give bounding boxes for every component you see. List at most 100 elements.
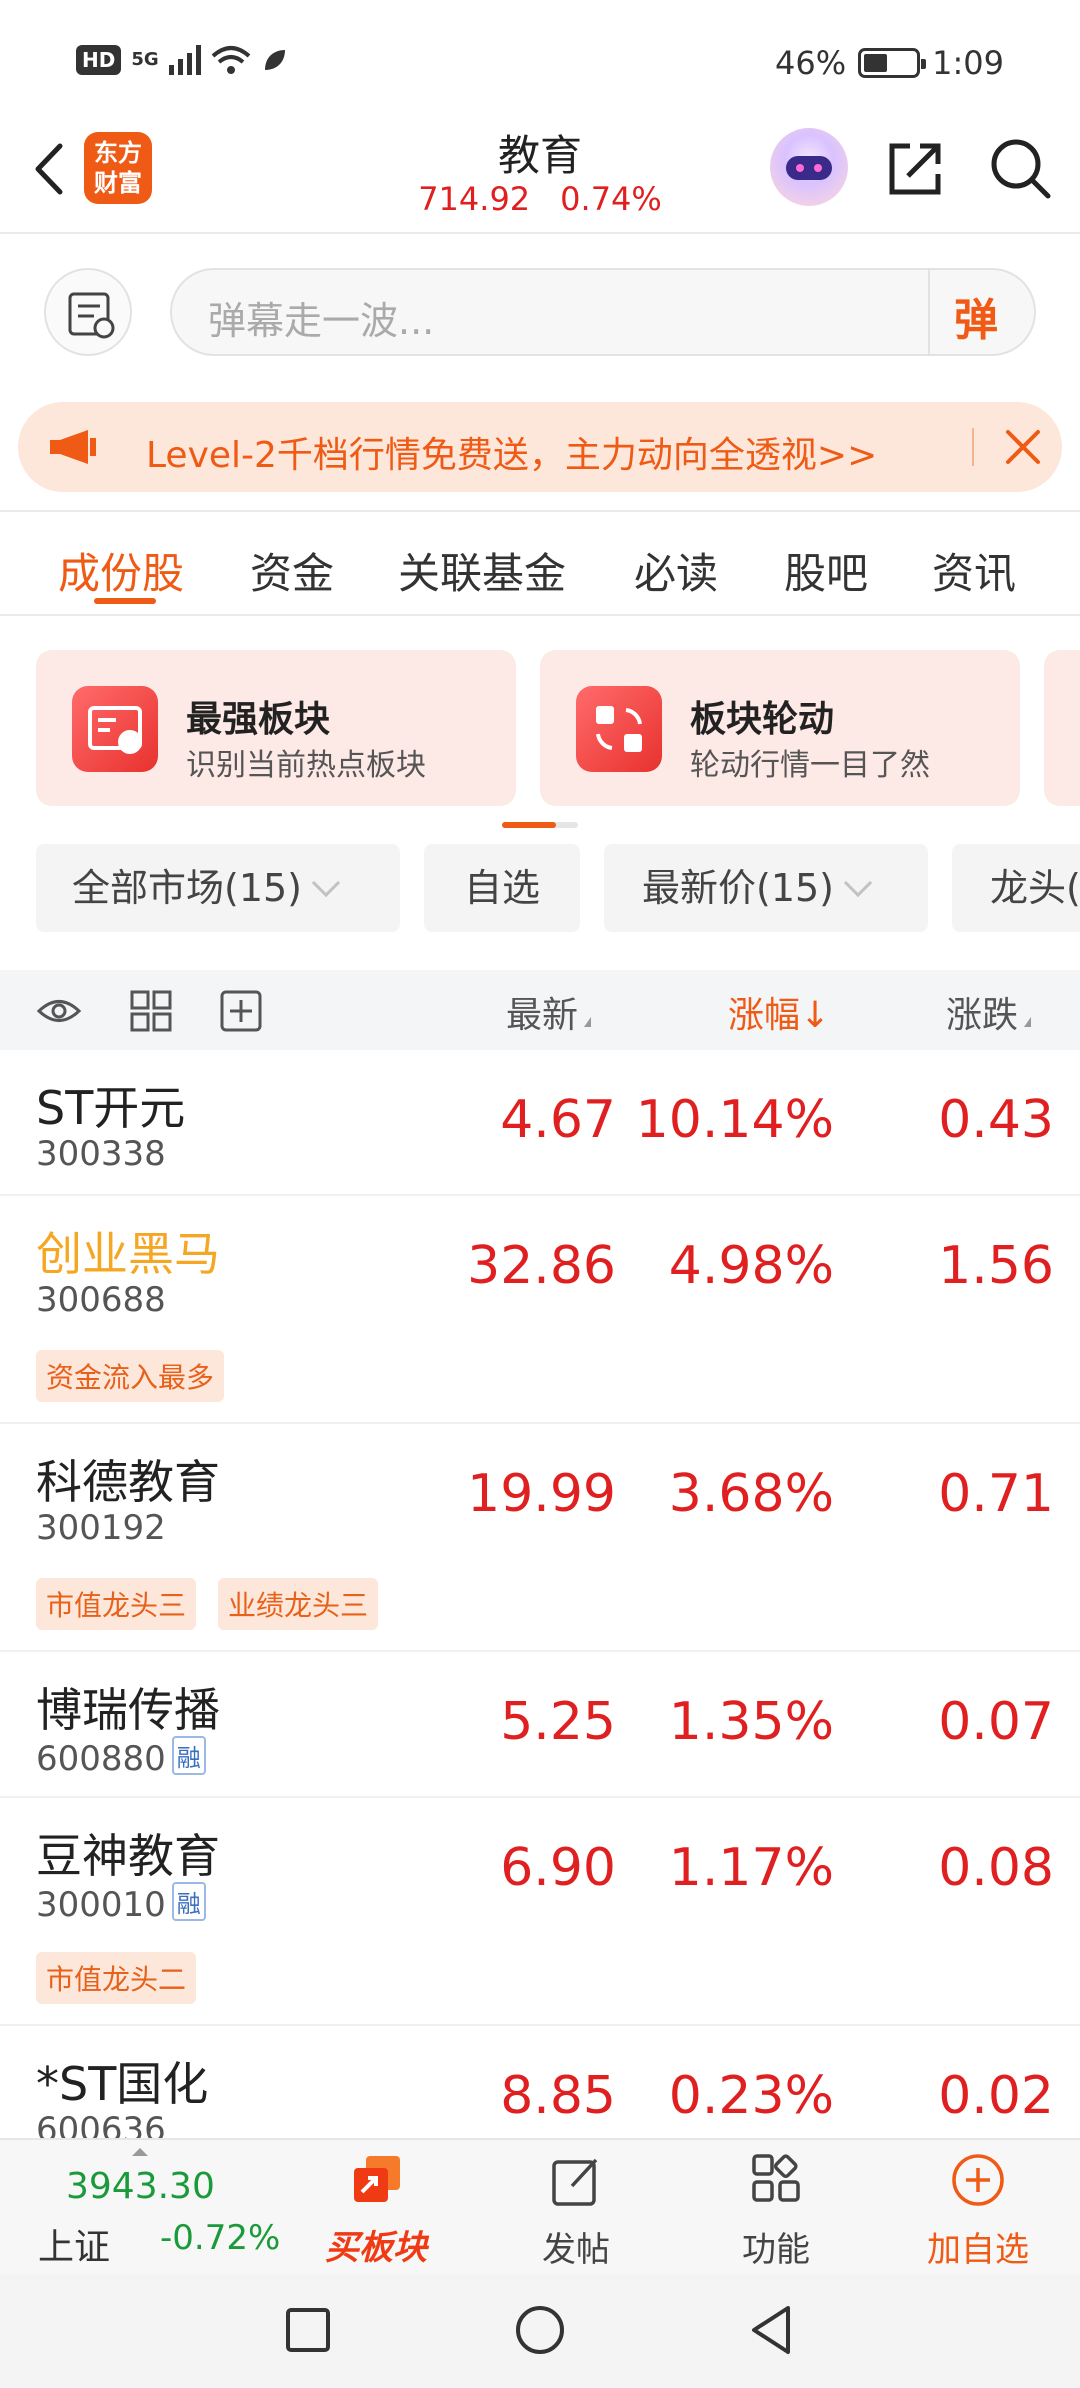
stock-code: 300192 [36,1508,166,1548]
card-sector-rotation[interactable]: 板块轮动 轮动行情一目了然 [540,650,1020,806]
ai-assistant-avatar[interactable] [770,128,848,206]
filter-leader-label: 龙头( [990,866,1080,910]
table-row[interactable]: 博瑞传播 600880 融 5.25 1.35% 0.07 [0,1652,1080,1798]
grid-icon[interactable] [128,988,174,1034]
column-change-label: 涨跌 [946,995,1019,1036]
bottom-toolbar: 3943.30 上证 -0.72% 买板块 发帖 功能 加自选 [0,2138,1080,2274]
battery-percent: 46% [775,44,847,82]
tab-forum[interactable]: 股吧 [784,540,868,601]
stock-name: ST开元 [36,1081,186,1135]
buy-sector-label: 买板块 [325,2228,427,2268]
system-nav-bar [0,2274,1080,2388]
tab-news[interactable]: 资讯 [932,540,1016,601]
add-box-icon[interactable] [218,988,264,1034]
stock-tag[interactable]: 市值龙头二 [36,1952,197,2004]
index-value: 3943.30 [66,2166,215,2207]
stock-tags: 资金流入最多 [36,1350,225,1402]
stock-tag[interactable]: 市值龙头三 [36,1578,197,1630]
add-circle-icon [952,2154,1004,2206]
card-next-peek[interactable] [1044,650,1080,806]
chart-thumb-icon [72,686,158,772]
caret-up-icon [132,2148,148,2156]
stock-code-wrap: 600880 融 [36,1736,206,1779]
hd-badge: HD [76,45,122,75]
card-title: 最强板块 [186,699,331,740]
wifi-icon [211,46,250,74]
edit-icon [552,2158,598,2206]
card-title: 板块轮动 [690,699,835,740]
network-badge: 5G [131,49,159,70]
tab-related-funds[interactable]: 关联基金 [398,540,566,601]
leaf-icon [264,50,285,70]
search-icon[interactable] [986,134,1056,204]
table-header: 最新 涨幅↓ 涨跌 [0,970,1080,1050]
column-change[interactable]: 涨跌 [946,986,1032,1038]
table-row[interactable]: 创业黑马 300688 32.86 4.98% 1.56 资金流入最多 [0,1196,1080,1424]
stock-change-pct: 10.14% [635,1090,834,1150]
danmaku-settings-icon [68,292,115,339]
danmaku-input[interactable]: 弹幕走一波... 弹 [170,268,1036,356]
stock-change-pct: 3.68% [668,1464,834,1524]
filter-watchlist[interactable]: 自选 [424,844,580,932]
functions-button[interactable]: 功能 [686,2140,866,2276]
index-change: -0.72% [160,2218,281,2258]
close-icon[interactable] [1002,426,1044,468]
danmaku-toggle-button[interactable]: 弹 [954,284,998,348]
filter-market-label: 全部市场(15) [72,866,303,910]
card-strongest-sector[interactable]: 最强板块 识别当前热点板块 [36,650,516,806]
eye-icon[interactable] [36,988,82,1034]
post-button[interactable]: 发帖 [486,2140,666,2276]
card-subtitle: 轮动行情一目了然 [690,748,930,783]
status-left: HD 5G [76,44,289,76]
promo-banner[interactable]: Level-2千档行情免费送，主力动向全透视>> [18,402,1062,492]
clock: 1:09 [932,44,1004,82]
filter-leader[interactable]: 龙头( [952,844,1080,932]
stock-change: 0.07 [938,1692,1054,1752]
status-bar: HD 5G 46% 1:09 [0,0,1080,120]
stock-change-pct: 1.17% [668,1838,834,1898]
add-watchlist-button[interactable]: 加自选 [888,2140,1068,2276]
stock-change-pct: 0.23% [668,2066,834,2126]
stock-tag[interactable]: 业绩龙头三 [218,1578,379,1630]
margin-badge: 融 [171,1736,206,1775]
home-circle-icon[interactable] [512,2302,568,2358]
apps-icon [752,2154,800,2202]
table-row[interactable]: 豆神教育 300010 融 6.90 1.17% 0.08 市值龙头二 [0,1798,1080,2026]
stock-tags: 市值龙头二 [36,1952,197,2004]
stock-code: 300338 [36,1134,166,1174]
stock-price: 19.99 [467,1464,616,1524]
tab-indicator [94,598,156,604]
tabs-divider [0,614,1080,616]
index-name: 上证 [38,2227,111,2268]
card-subtitle: 识别当前热点板块 [186,748,426,783]
share-icon[interactable] [880,134,950,204]
tab-constituents[interactable]: 成份股 [58,540,184,601]
stock-change: 0.71 [938,1464,1054,1524]
promo-text: Level-2千档行情免费送，主力动向全透视>> [146,435,878,476]
filter-latest-price[interactable]: 最新价(15) [604,844,928,932]
tab-funds[interactable]: 资金 [250,540,334,601]
stock-change: 0.02 [938,2066,1054,2126]
recents-square-icon[interactable] [280,2302,336,2358]
column-latest[interactable]: 最新 [506,986,592,1038]
column-change-pct[interactable]: 涨幅↓ [728,986,830,1038]
chevron-down-icon [311,868,341,898]
danmaku-settings-button[interactable] [44,268,132,356]
column-latest-label: 最新 [506,995,579,1036]
table-row[interactable]: ST开元 300338 4.67 10.14% 0.43 [0,1050,1080,1196]
stock-tag[interactable]: 资金流入最多 [36,1350,225,1402]
table-row[interactable]: 科德教育 300192 19.99 3.68% 0.71 市值龙头三 业绩龙头三 [0,1424,1080,1652]
index-ticker[interactable]: 3943.30 上证 -0.72% [0,2140,290,2276]
filter-watchlist-label: 自选 [463,866,540,910]
back-triangle-icon[interactable] [744,2302,800,2358]
stock-price: 5.25 [500,1692,616,1752]
add-watchlist-label: 加自选 [927,2230,1029,2270]
buy-sector-button[interactable]: 买板块 [286,2140,466,2276]
card-pager [502,822,578,828]
stock-price: 32.86 [467,1236,616,1296]
tab-must-read[interactable]: 必读 [634,540,718,601]
filter-market[interactable]: 全部市场(15) [36,844,400,932]
filter-latest-price-label: 最新价(15) [642,866,835,910]
stock-name: *ST国化 [36,2057,209,2111]
promo-divider [972,428,974,466]
